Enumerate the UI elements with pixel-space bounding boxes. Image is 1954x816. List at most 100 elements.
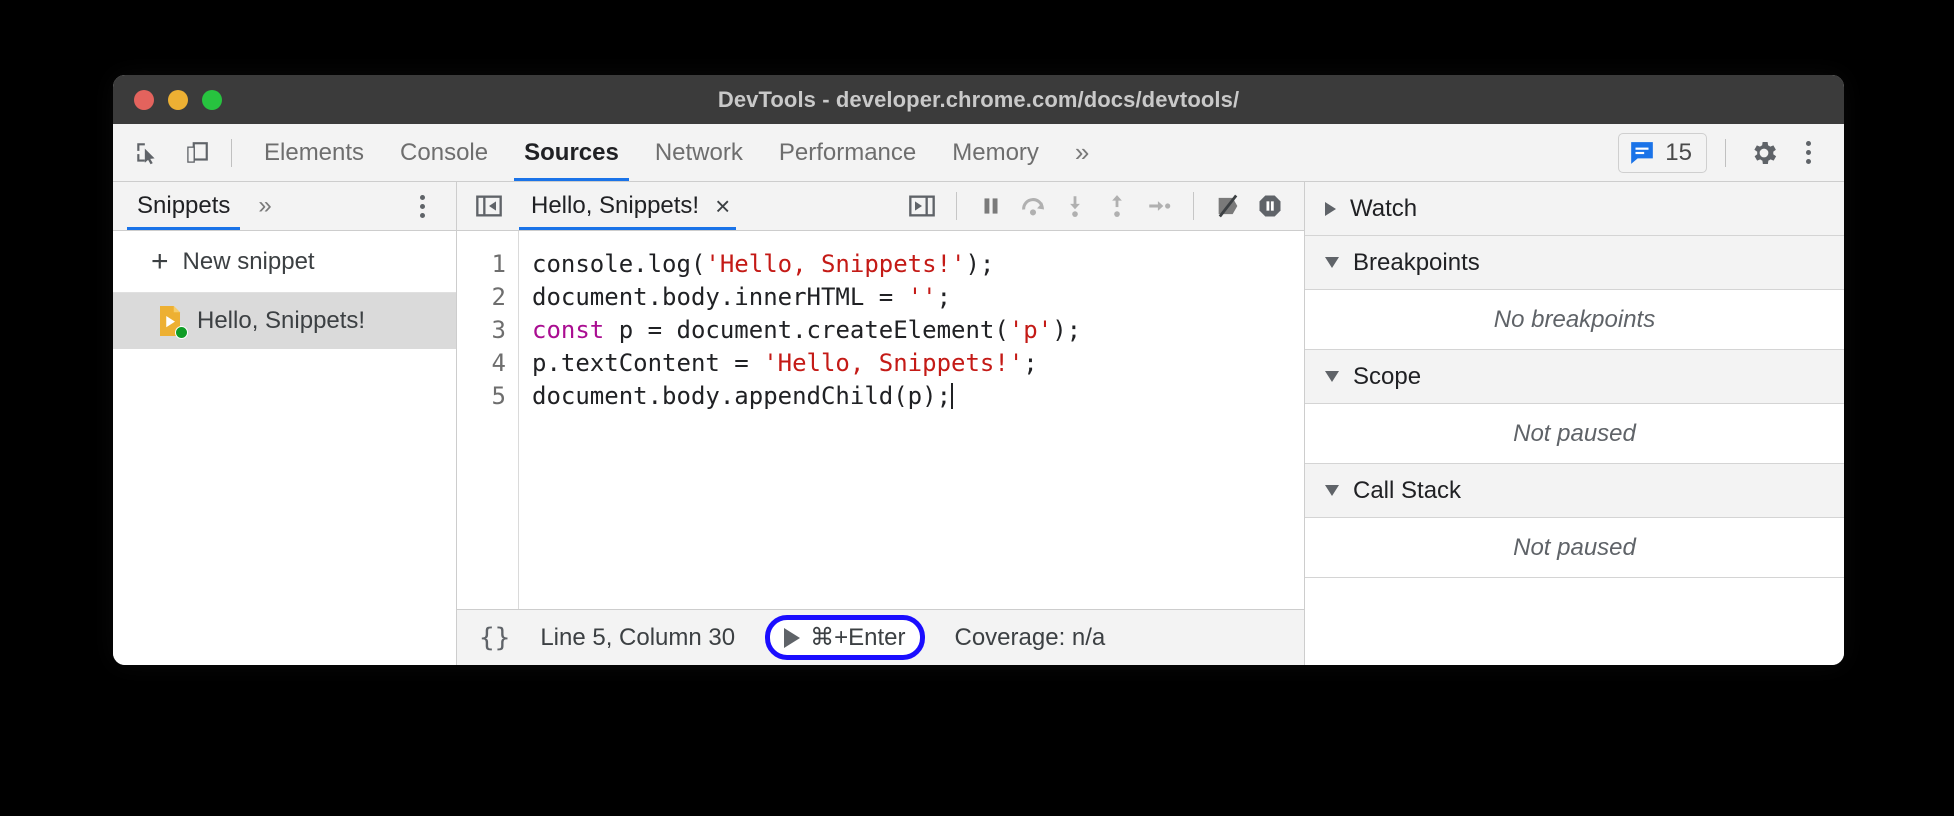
- code-token: 'Hello, Snippets!': [705, 250, 965, 278]
- chevron-double-right-icon: »: [1075, 137, 1089, 168]
- tab-console-label: Console: [400, 139, 488, 167]
- editor-tab-label: Hello, Snippets!: [531, 192, 699, 220]
- text-caret: [951, 383, 953, 409]
- list-item-label: Hello, Snippets!: [197, 307, 365, 335]
- editor-status-bar: {} Line 5, Column 30 ⌘+Enter Coverage: n…: [457, 609, 1304, 665]
- editor-tab-hello-snippets[interactable]: Hello, Snippets! ×: [509, 182, 746, 230]
- plus-icon: +: [151, 247, 169, 277]
- devtools-panel-tabs: Elements Console Sources Network Perform…: [246, 124, 1107, 181]
- chevron-down-icon: [1325, 257, 1339, 268]
- new-snippet-button[interactable]: + New snippet: [113, 231, 456, 293]
- editor-tabbar: Hello, Snippets! ×: [457, 182, 1304, 231]
- code-content[interactable]: console.log('Hello, Snippets!');document…: [519, 231, 1304, 609]
- minimize-window-button[interactable]: [168, 90, 188, 110]
- code-line: console.log('Hello, Snippets!');: [532, 248, 1304, 281]
- toolbar-divider-right: [1725, 139, 1726, 167]
- code-line: const p = document.createElement('p');: [532, 314, 1304, 347]
- debugger-section-title: Call Stack: [1353, 477, 1461, 505]
- line-number: 5: [457, 380, 506, 413]
- tab-console[interactable]: Console: [382, 124, 506, 181]
- code-token: console.log(: [532, 250, 705, 278]
- debugger-section-scope[interactable]: Scope: [1305, 350, 1844, 404]
- devtools-main-toolbar: Elements Console Sources Network Perform…: [113, 124, 1844, 182]
- navigator-tab-snippets[interactable]: Snippets: [131, 182, 236, 230]
- coverage-label: Coverage: n/a: [955, 624, 1106, 652]
- debugger-section-title: Watch: [1350, 195, 1417, 223]
- close-window-button[interactable]: [134, 90, 154, 110]
- code-token: p.textContent =: [532, 349, 763, 377]
- three-dots-vertical-icon[interactable]: [1788, 133, 1828, 173]
- tab-elements-label: Elements: [264, 139, 364, 167]
- line-number: 1: [457, 248, 506, 281]
- step-into-icon[interactable]: [1055, 186, 1095, 226]
- console-messages-badge[interactable]: 15: [1618, 133, 1707, 173]
- code-line: document.body.innerHTML = '';: [532, 281, 1304, 314]
- show-debugger-sidebar-icon[interactable]: [902, 186, 942, 226]
- collapse-navigator-icon[interactable]: [469, 186, 509, 226]
- code-editor[interactable]: 12345 console.log('Hello, Snippets!');do…: [457, 231, 1304, 609]
- inspect-cursor-icon[interactable]: [127, 133, 167, 173]
- line-number-gutter: 12345: [457, 231, 519, 609]
- debugger-section-body: No breakpoints: [1305, 290, 1844, 350]
- navigator-more-tabs-icon[interactable]: »: [258, 192, 271, 220]
- chevron-right-icon: [1325, 202, 1336, 216]
- pause-script-icon[interactable]: [971, 186, 1011, 226]
- code-line: p.textContent = 'Hello, Snippets!';: [532, 347, 1304, 380]
- tab-performance[interactable]: Performance: [761, 124, 934, 181]
- step-out-icon[interactable]: [1097, 186, 1137, 226]
- step-over-icon[interactable]: [1013, 186, 1053, 226]
- chevron-down-icon: [1325, 485, 1339, 496]
- maximize-window-button[interactable]: [202, 90, 222, 110]
- code-token: 'Hello, Snippets!': [763, 349, 1023, 377]
- device-toolbar-icon[interactable]: [177, 133, 217, 173]
- code-token: 'p': [1009, 316, 1052, 344]
- snippet-file-icon: [157, 306, 183, 336]
- list-item[interactable]: Hello, Snippets!: [113, 293, 456, 349]
- code-token: );: [965, 250, 994, 278]
- code-token: ;: [1023, 349, 1037, 377]
- play-triangle-icon: [784, 628, 800, 648]
- toolbar-right-actions: 15: [1618, 133, 1828, 173]
- pause-on-exceptions-icon[interactable]: [1250, 186, 1290, 226]
- debugger-section-title: Scope: [1353, 363, 1421, 391]
- tab-network-label: Network: [655, 139, 743, 167]
- window-title: DevTools - developer.chrome.com/docs/dev…: [718, 87, 1239, 113]
- debugger-section-call-stack[interactable]: Call Stack: [1305, 464, 1844, 518]
- traffic-light-buttons[interactable]: [134, 90, 222, 110]
- navigator-menu-icon[interactable]: [402, 186, 442, 226]
- step-icon[interactable]: [1139, 186, 1179, 226]
- editor-pane: Hello, Snippets! ×: [457, 182, 1304, 665]
- cursor-position-label: Line 5, Column 30: [540, 624, 735, 652]
- debugger-sidebar: Watch Breakpoints No breakpoints Scope Not p…: [1304, 182, 1844, 665]
- debugger-section-body: Not paused: [1305, 404, 1844, 464]
- tab-performance-label: Performance: [779, 139, 916, 167]
- tab-sources[interactable]: Sources: [506, 124, 637, 181]
- deactivate-breakpoints-icon[interactable]: [1208, 186, 1248, 226]
- debugger-controls-toolbar: [902, 182, 1304, 230]
- close-icon[interactable]: ×: [715, 193, 730, 219]
- tab-memory-label: Memory: [952, 139, 1039, 167]
- more-tabs-button[interactable]: »: [1057, 124, 1107, 181]
- pretty-print-icon[interactable]: {}: [479, 623, 510, 653]
- tab-memory[interactable]: Memory: [934, 124, 1057, 181]
- debugger-section-body: Not paused: [1305, 518, 1844, 578]
- debugger-section-title: Breakpoints: [1353, 249, 1480, 277]
- debugger-toolbar-divider-2: [1193, 192, 1194, 220]
- window-titlebar: DevTools - developer.chrome.com/docs/dev…: [113, 75, 1844, 124]
- gear-icon[interactable]: [1744, 133, 1784, 173]
- debugger-section-watch[interactable]: Watch: [1305, 182, 1844, 236]
- debugger-section-breakpoints[interactable]: Breakpoints: [1305, 236, 1844, 290]
- code-line: document.body.appendChild(p);: [532, 380, 1304, 413]
- tab-elements[interactable]: Elements: [246, 124, 382, 181]
- line-number: 3: [457, 314, 506, 347]
- code-token: document.body.appendChild(p);: [532, 382, 951, 410]
- code-token: document.body.innerHTML =: [532, 283, 908, 311]
- tab-network[interactable]: Network: [637, 124, 761, 181]
- code-token: ;: [937, 283, 951, 311]
- code-token: '': [908, 283, 937, 311]
- console-messages-count: 15: [1665, 139, 1692, 167]
- navigator-tabbar: Snippets »: [113, 182, 456, 231]
- code-token: const: [532, 316, 604, 344]
- new-snippet-label: New snippet: [183, 248, 315, 276]
- run-snippet-button[interactable]: ⌘+Enter: [765, 615, 924, 661]
